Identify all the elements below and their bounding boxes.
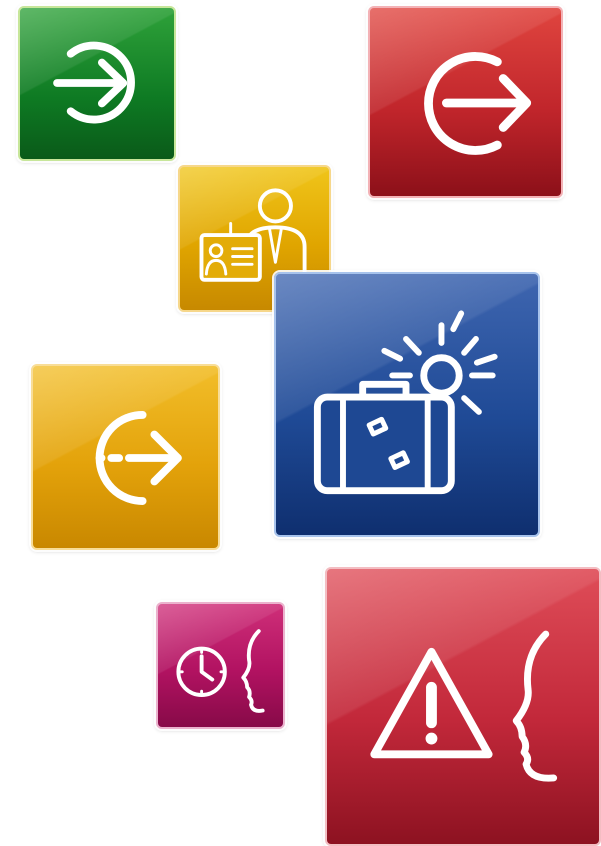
check-in-tile[interactable] bbox=[18, 6, 176, 161]
late-tile[interactable] bbox=[156, 602, 285, 729]
dashed-exit-icon bbox=[95, 411, 182, 505]
exit-tile[interactable] bbox=[31, 364, 220, 550]
sign-out-icon bbox=[424, 52, 532, 155]
check-out-tile[interactable] bbox=[368, 6, 563, 198]
clock-face-icon bbox=[176, 629, 265, 713]
warning-face-icon bbox=[370, 630, 558, 782]
alert-tile[interactable] bbox=[325, 567, 601, 846]
sign-in-icon bbox=[53, 41, 135, 124]
suitcase-sun-icon bbox=[313, 310, 498, 495]
vacation-tile[interactable] bbox=[274, 272, 540, 537]
